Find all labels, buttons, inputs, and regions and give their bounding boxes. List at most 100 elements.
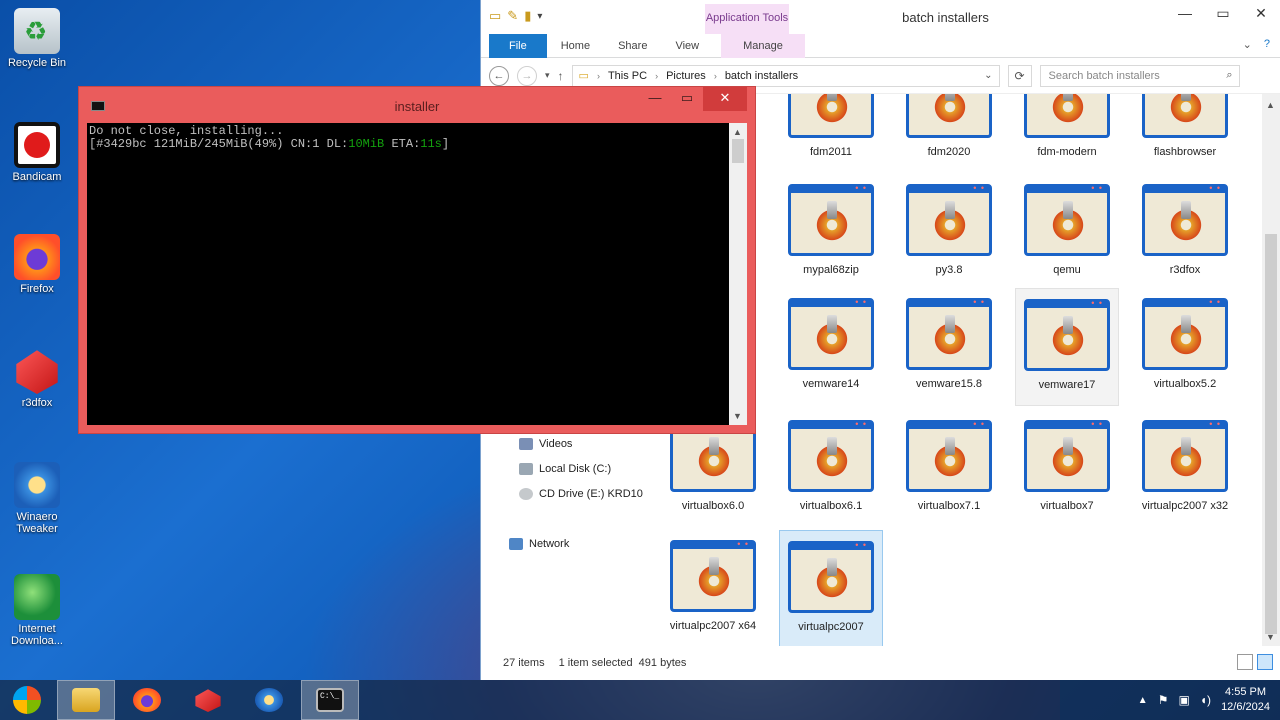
application-icon xyxy=(1142,183,1228,256)
window-title: batch installers xyxy=(902,10,989,25)
vertical-scrollbar[interactable]: ▲ ▼ xyxy=(1262,94,1280,646)
application-icon xyxy=(1142,419,1228,492)
scroll-down-icon[interactable]: ▼ xyxy=(733,411,742,421)
file-label: virtualbox6.0 xyxy=(681,500,745,512)
file-item[interactable]: virtualbox6.1 xyxy=(779,410,883,528)
breadcrumb-pictures[interactable]: Pictures xyxy=(666,70,706,82)
file-item[interactable]: qemu xyxy=(1015,174,1119,292)
address-bar[interactable]: ▭ › This PC › Pictures › batch installer… xyxy=(571,64,1000,87)
nav-item-label: Local Disk (C:) xyxy=(539,463,612,475)
taskbar-winaero[interactable] xyxy=(240,680,298,720)
scroll-down-icon[interactable]: ▼ xyxy=(1266,632,1275,642)
file-item[interactable]: mypal68zip xyxy=(779,174,883,292)
maximize-button[interactable]: ▭ xyxy=(1204,0,1242,26)
refresh-button[interactable]: ⟳ xyxy=(1007,64,1032,87)
file-item-selected[interactable]: virtualpc2007 xyxy=(779,530,883,646)
nav-item-cd-drive[interactable]: CD Drive (E:) KRD10 xyxy=(519,488,643,500)
desktop-icon-bandicam[interactable]: Bandicam xyxy=(4,122,70,183)
network-icon[interactable]: ▣ xyxy=(1178,693,1189,707)
application-icon xyxy=(670,539,756,612)
file-item[interactable]: vemware15.8 xyxy=(897,288,1001,406)
application-icon xyxy=(788,297,874,370)
winaero-icon xyxy=(255,688,283,712)
file-item[interactable]: py3.8 xyxy=(897,174,1001,292)
desktop-icon-label: Internet Downloa... xyxy=(11,623,63,647)
flag-icon[interactable]: ⚑ xyxy=(1158,693,1169,707)
scroll-up-icon[interactable]: ▲ xyxy=(1266,100,1275,110)
file-label: flashbrowser xyxy=(1153,146,1217,158)
close-button[interactable]: ✕ xyxy=(703,87,747,111)
console-output[interactable]: Do not close, installing... [#3429bc 121… xyxy=(87,123,729,425)
drive-icon xyxy=(519,463,533,475)
clock[interactable]: 4:55 PM 12/6/2024 xyxy=(1221,685,1270,715)
file-item[interactable]: flashbrowser xyxy=(1133,94,1237,174)
nav-item-label: Network xyxy=(529,538,570,550)
taskbar: C:\_ ▲ ⚑ ▣ ◖) 4:55 PM 12/6/2024 xyxy=(0,680,1280,720)
chevron-up-icon[interactable]: ▲ xyxy=(1138,695,1148,706)
large-icons-view-button[interactable] xyxy=(1257,654,1273,670)
minimize-button[interactable]: — xyxy=(1166,0,1204,26)
nav-item-network[interactable]: Network xyxy=(509,538,569,550)
nav-item-local-disk[interactable]: Local Disk (C:) xyxy=(519,463,611,475)
taskbar-r3dfox[interactable] xyxy=(179,680,237,720)
volume-icon[interactable]: ◖) xyxy=(1200,693,1211,707)
taskbar-cmd[interactable]: C:\_ xyxy=(301,680,359,720)
file-item[interactable]: virtualbox7.1 xyxy=(897,410,1001,528)
tab-file[interactable]: File xyxy=(489,33,547,58)
file-item[interactable]: fdm2020 xyxy=(897,94,1001,174)
close-button[interactable]: ✕ xyxy=(1242,0,1280,26)
scrollbar-thumb[interactable] xyxy=(1265,234,1277,634)
help-icon[interactable]: ? xyxy=(1264,38,1270,51)
eta-label: ETA: xyxy=(384,137,421,151)
console-scrollbar[interactable]: ▲ ▼ xyxy=(729,123,747,425)
desktop-icon-label: Recycle Bin xyxy=(7,57,67,69)
search-input[interactable]: Search batch installers ⌕ xyxy=(1039,64,1240,87)
file-item[interactable]: vemware14 xyxy=(779,288,883,406)
tab-view[interactable]: View xyxy=(661,34,713,58)
nav-item-videos[interactable]: Videos xyxy=(519,438,572,450)
taskbar-file-explorer[interactable] xyxy=(57,680,115,720)
file-label: virtualpc2007 x64 xyxy=(669,620,757,632)
application-icon xyxy=(1024,298,1110,371)
file-item[interactable]: virtualbox5.2 xyxy=(1133,288,1237,406)
desktop-icon-firefox[interactable]: Firefox xyxy=(4,234,70,295)
recent-locations-icon[interactable]: ▾ xyxy=(545,70,550,81)
file-label: fdm2011 xyxy=(810,146,852,158)
file-item[interactable]: virtualpc2007 x64 xyxy=(661,530,765,646)
scroll-up-icon[interactable]: ▲ xyxy=(733,127,742,137)
desktop-icon-winaero[interactable]: Winaero Tweaker xyxy=(4,462,70,535)
r3dfox-icon xyxy=(195,689,221,712)
taskbar-firefox[interactable] xyxy=(118,680,176,720)
nav-item-label: Videos xyxy=(539,438,573,450)
forward-button[interactable]: → xyxy=(517,65,537,86)
tab-manage[interactable]: Manage xyxy=(721,33,805,58)
back-button[interactable]: ← xyxy=(489,65,509,86)
console-line-2: [#3429bc 121MiB/245MiB(49%) CN:1 DL:10Mi… xyxy=(89,137,449,151)
file-item[interactable]: fdm2011 xyxy=(779,94,883,174)
expand-ribbon-icon[interactable]: ⌄ xyxy=(1243,38,1252,51)
file-item[interactable]: virtualbox7 xyxy=(1015,410,1119,528)
console-line-1: Do not close, installing... xyxy=(89,124,284,138)
tab-share[interactable]: Share xyxy=(604,34,661,58)
desktop-icon-recycle-bin[interactable]: Recycle Bin xyxy=(4,8,70,69)
breadcrumb-this-pc[interactable]: This PC xyxy=(608,70,647,82)
file-label: mypal68zip xyxy=(803,264,859,276)
maximize-button[interactable]: ▭ xyxy=(671,87,703,111)
chevron-down-icon[interactable]: ⌄ xyxy=(984,70,992,81)
up-button[interactable]: ↑ xyxy=(558,69,564,83)
desktop-icon-idm[interactable]: Internet Downloa... xyxy=(4,574,70,647)
file-item[interactable]: virtualpc2007 x32 xyxy=(1133,410,1237,528)
eta-value: 11s xyxy=(420,137,442,151)
file-item[interactable]: fdm-modern xyxy=(1015,94,1119,174)
tab-home[interactable]: Home xyxy=(547,34,604,58)
details-view-button[interactable] xyxy=(1237,654,1253,670)
file-item[interactable]: vemware17 xyxy=(1015,288,1119,406)
desktop-icon-r3dfox[interactable]: r3dfox xyxy=(4,348,70,409)
breadcrumb-batch-installers[interactable]: batch installers xyxy=(725,70,798,82)
minimize-button[interactable]: — xyxy=(639,87,671,111)
start-button[interactable] xyxy=(0,680,54,720)
file-item[interactable]: r3dfox xyxy=(1133,174,1237,292)
scrollbar-thumb[interactable] xyxy=(732,139,744,163)
cd-drive-icon xyxy=(519,488,533,500)
search-placeholder: Search batch installers xyxy=(1048,69,1160,82)
